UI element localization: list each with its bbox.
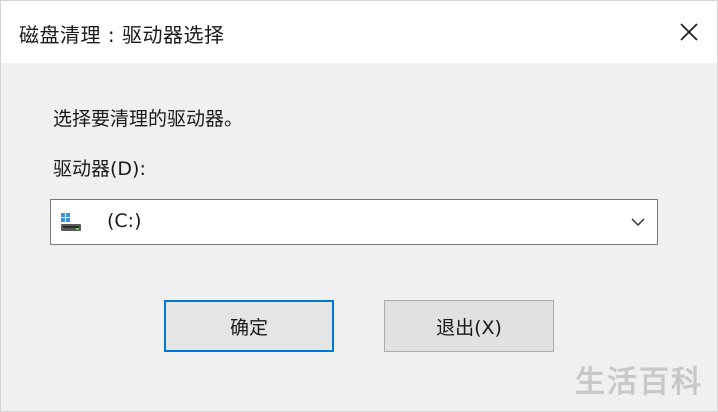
- instruction-text: 选择要清理的驱动器。: [53, 108, 244, 130]
- drive-select[interactable]: (C:): [50, 199, 658, 245]
- selected-drive-value: (C:): [107, 210, 142, 232]
- drive-icon: [61, 213, 81, 231]
- drive-label: 驱动器(D):: [53, 158, 146, 180]
- window-title: 磁盘清理 : 驱动器选择: [19, 23, 225, 47]
- title-bar: 磁盘清理 : 驱动器选择: [1, 1, 717, 63]
- close-icon: [680, 23, 698, 41]
- exit-button[interactable]: 退出(X): [384, 300, 554, 352]
- drive-selection-dialog: 磁盘清理 : 驱动器选择 选择要清理的驱动器。 驱动器(D): (C:) 确定 …: [0, 0, 718, 412]
- dialog-body: 选择要清理的驱动器。 驱动器(D): (C:) 确定 退出(X) 生活百科: [1, 63, 717, 411]
- chevron-down-icon: [631, 218, 645, 227]
- close-button[interactable]: [661, 1, 717, 63]
- watermark: 生活百科: [575, 365, 703, 400]
- ok-button[interactable]: 确定: [164, 300, 334, 352]
